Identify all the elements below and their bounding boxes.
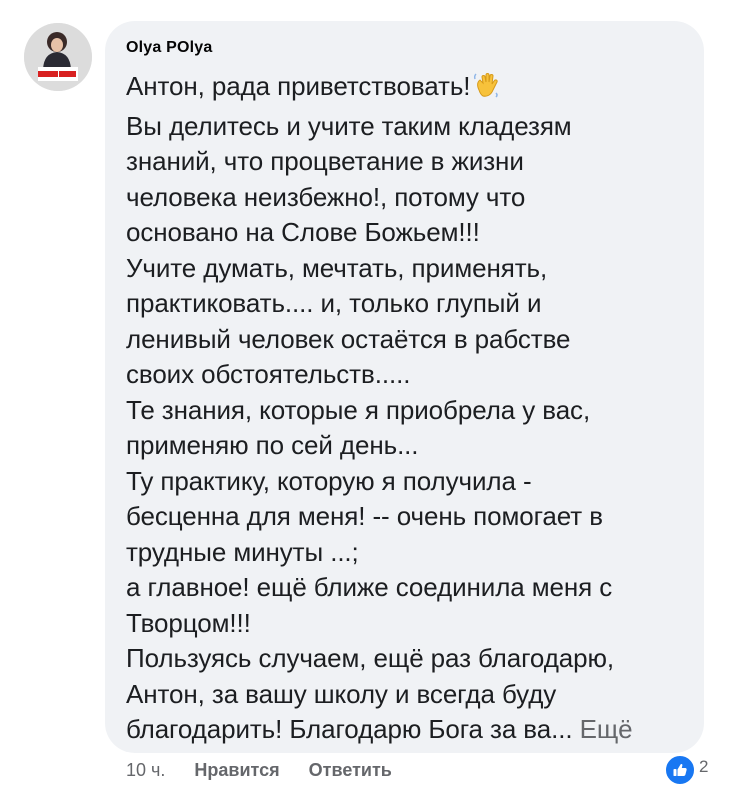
comment-line-text: благодарить! Благодарю Бога за ва... bbox=[126, 714, 573, 744]
reply-button[interactable]: Ответить bbox=[309, 760, 392, 780]
comment-line: практиковать.... и, только глупый и bbox=[126, 288, 542, 318]
avatar-photo bbox=[24, 23, 92, 91]
comment-actions: 10 ч. Нравится Ответить bbox=[126, 760, 392, 781]
comment-line: человека неизбежно!, потому что bbox=[126, 181, 526, 212]
comment-line: Пользуясь случаем, ещё раз благодарю, bbox=[126, 643, 615, 673]
comment-line: Творцом!!! bbox=[126, 607, 251, 638]
comment-line: ленивый человек остаётся в рабстве bbox=[126, 323, 571, 354]
reaction-count: 2 bbox=[699, 757, 709, 776]
comment-text: Антон, рада приветствовать! Вы делитесь … bbox=[126, 69, 696, 748]
comment-line: Антон, рада приветствовать! bbox=[126, 69, 696, 109]
see-more-link[interactable]: Ещё bbox=[580, 714, 633, 744]
comment-line: знаний, что процветание в жизни bbox=[126, 146, 524, 176]
comment-line: бесценна для меня! -- очень помогает в bbox=[126, 501, 603, 531]
comment-line: Вы делитесь и учите таким кладезям bbox=[126, 110, 572, 141]
thumbs-up-icon bbox=[664, 754, 696, 786]
comment-timestamp[interactable]: 10 ч. bbox=[126, 760, 165, 780]
avatar[interactable] bbox=[24, 23, 92, 91]
comment-line: а главное! ещё ближе соединила меня с bbox=[126, 572, 613, 602]
comment-line: трудные минуты ...; bbox=[126, 536, 359, 567]
comment-line: применяю по сей день... bbox=[126, 430, 419, 460]
comment-line: Те знания, которые я приобрела у вас, bbox=[126, 394, 591, 425]
comment-author[interactable]: Olya POlya bbox=[126, 39, 213, 57]
comment-line: основано на Слове Божьем!!! bbox=[126, 217, 480, 247]
waving-hand-icon bbox=[472, 71, 500, 109]
comment-line: Антон, за вашу школу и всегда буду bbox=[126, 678, 557, 709]
reaction-summary[interactable]: 2 bbox=[664, 754, 708, 786]
comment-line: Учите думать, мечтать, применять, bbox=[126, 252, 548, 283]
comment-line: благодарить! Благодарю Бога за ва... Ещё bbox=[126, 712, 696, 748]
like-button[interactable]: Нравится bbox=[194, 760, 279, 780]
comment-line: Ту практику, которую я получила - bbox=[126, 465, 532, 496]
comment-line: своих обстоятельств..... bbox=[126, 359, 411, 389]
comment-line-text: Антон, рада приветствовать! bbox=[126, 71, 471, 101]
